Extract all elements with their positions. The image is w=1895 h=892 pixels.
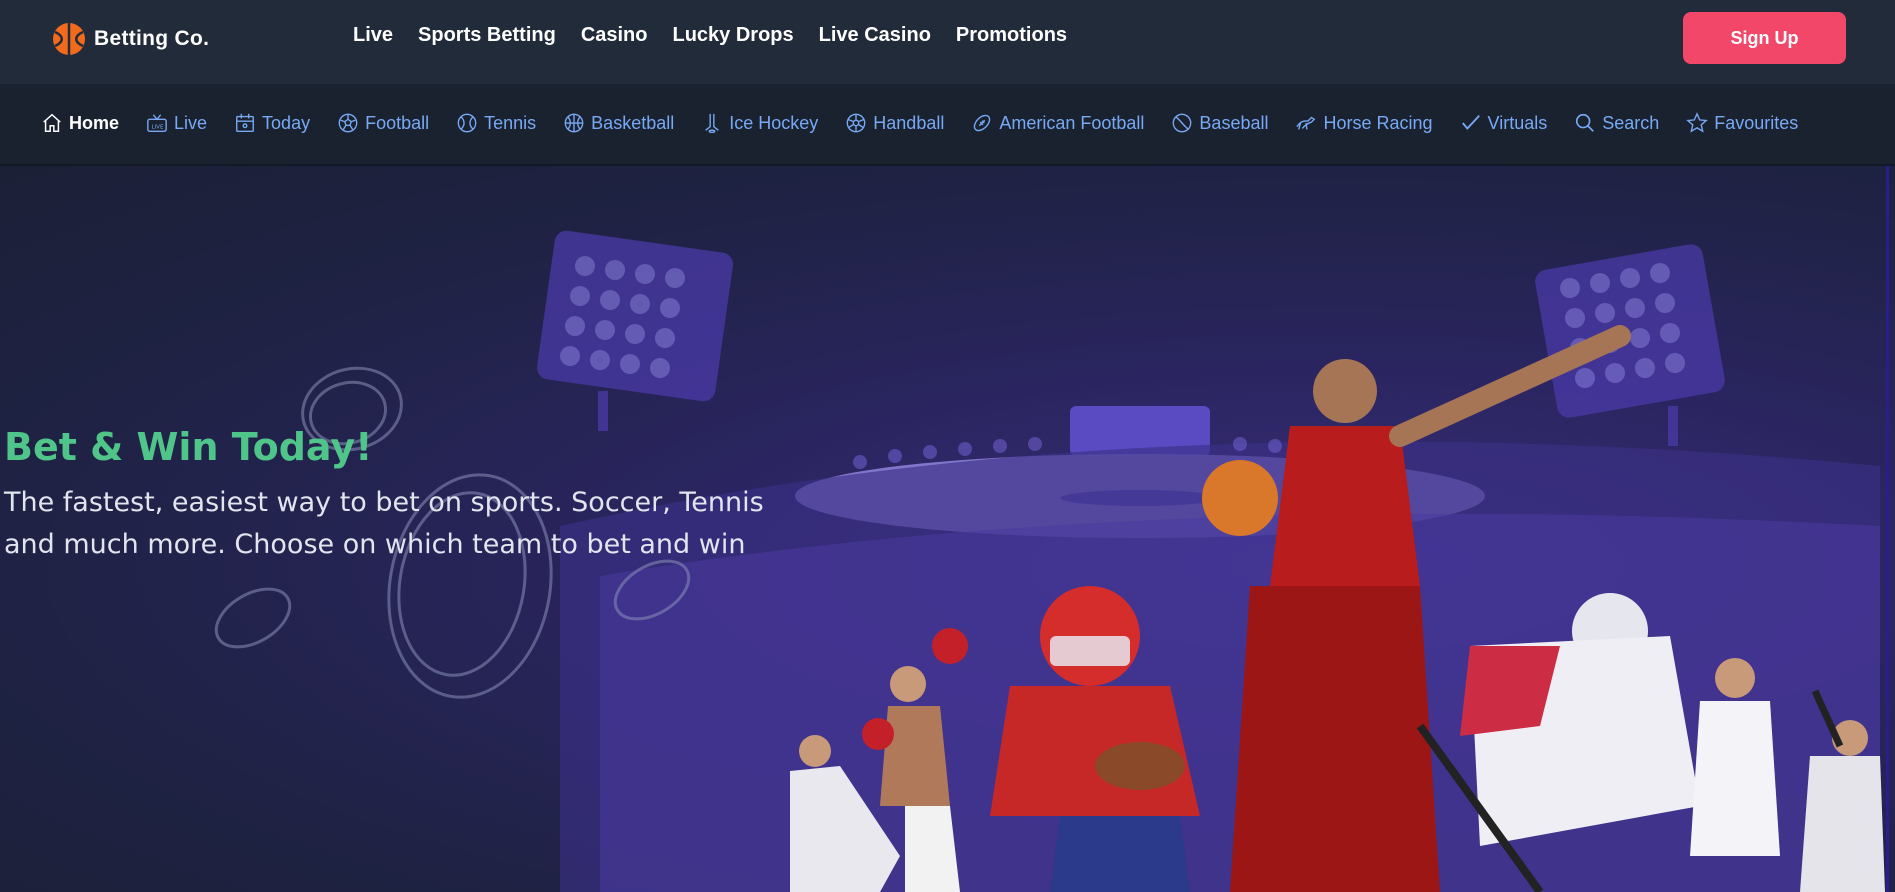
sports-nav-label: Horse Racing	[1323, 112, 1433, 133]
brand-name: Betting Co.	[94, 27, 210, 50]
virtuals-icon	[1461, 115, 1480, 130]
sports-nav-label: American Football	[999, 112, 1145, 133]
brand-logo-link[interactable]: Betting Co.	[52, 22, 209, 56]
nav-live[interactable]: Live	[353, 24, 393, 47]
sports-nav-label: Basketball	[591, 112, 675, 133]
sports-nav-bar: Home LIVE Live Today Football Tennis Bas…	[0, 84, 1895, 166]
sports-nav-label: Search	[1602, 112, 1660, 133]
american-football-icon	[974, 114, 991, 132]
football-icon	[338, 113, 358, 133]
sports-nav-label: Handball	[873, 112, 945, 133]
tennis-icon	[457, 113, 477, 133]
basketball-icon	[564, 113, 584, 133]
sports-nav-horse-racing[interactable]: Horse Racing	[1295, 112, 1433, 134]
svg-text:LIVE: LIVE	[152, 125, 164, 131]
hero-title: Bet & Win Today!	[4, 425, 373, 469]
handball-icon	[846, 113, 866, 133]
sports-nav-label: Tennis	[484, 112, 537, 133]
sports-nav-live[interactable]: LIVE Live	[146, 112, 207, 134]
sports-nav-label: Favourites	[1714, 112, 1799, 133]
sports-nav-american-football[interactable]: American Football	[971, 112, 1144, 134]
sports-nav-ice-hockey[interactable]: Ice Hockey	[701, 112, 818, 134]
hero-description: The fastest, easiest way to bet on sport…	[4, 482, 764, 566]
sports-nav-label: Virtuals	[1487, 112, 1548, 133]
sports-nav-basketball[interactable]: Basketball	[563, 112, 674, 134]
sports-nav-label: Today	[262, 112, 311, 133]
ice-hockey-icon	[705, 113, 720, 134]
baseball-icon	[1173, 113, 1192, 133]
sports-nav-virtuals[interactable]: Virtuals	[1460, 112, 1548, 134]
sign-up-button[interactable]: Sign Up	[1683, 12, 1846, 64]
hero-description-line2: and much more. Choose on which team to b…	[4, 529, 746, 560]
hero-description-line1: The fastest, easiest way to bet on sport…	[4, 487, 764, 518]
horse-racing-icon	[1296, 116, 1316, 130]
sports-nav-favourites[interactable]: Favourites	[1686, 112, 1798, 134]
main-nav: Live Sports Betting Casino Lucky Drops L…	[353, 24, 1092, 47]
calendar-icon	[236, 113, 254, 132]
sports-nav-baseball[interactable]: Baseball	[1171, 112, 1268, 134]
sports-nav-tennis[interactable]: Tennis	[456, 112, 536, 134]
sports-nav-label: Football	[365, 112, 430, 133]
nav-lucky-drops[interactable]: Lucky Drops	[673, 24, 794, 47]
top-header: Betting Co. Live Sports Betting Casino L…	[0, 0, 1895, 84]
basketball-logo-icon	[53, 23, 85, 55]
sports-nav: Home LIVE Live Today Football Tennis Bas…	[41, 112, 1825, 134]
hero-banner: Bet & Win Today! The fastest, easiest wa…	[0, 166, 1895, 892]
floodlight-right	[1535, 244, 1725, 446]
sports-nav-home[interactable]: Home	[41, 112, 119, 134]
search-icon	[1576, 113, 1595, 132]
sports-nav-search[interactable]: Search	[1574, 112, 1659, 134]
scroll-edge	[1886, 166, 1889, 892]
sports-nav-today[interactable]: Today	[234, 112, 310, 134]
sports-nav-football[interactable]: Football	[337, 112, 429, 134]
floodlight-left	[536, 230, 734, 431]
live-tv-icon: LIVE	[147, 114, 167, 132]
star-icon	[1686, 112, 1709, 133]
sports-nav-label: Baseball	[1199, 112, 1269, 133]
nav-promotions[interactable]: Promotions	[956, 24, 1067, 47]
nav-sports-betting[interactable]: Sports Betting	[418, 24, 556, 47]
sports-nav-label: Live	[174, 112, 208, 133]
home-icon	[43, 113, 61, 132]
sports-nav-handball[interactable]: Handball	[845, 112, 944, 134]
nav-live-casino[interactable]: Live Casino	[819, 24, 931, 47]
sports-nav-label: Home	[69, 112, 120, 133]
nav-casino[interactable]: Casino	[581, 24, 648, 47]
sports-nav-label: Ice Hockey	[729, 112, 819, 133]
